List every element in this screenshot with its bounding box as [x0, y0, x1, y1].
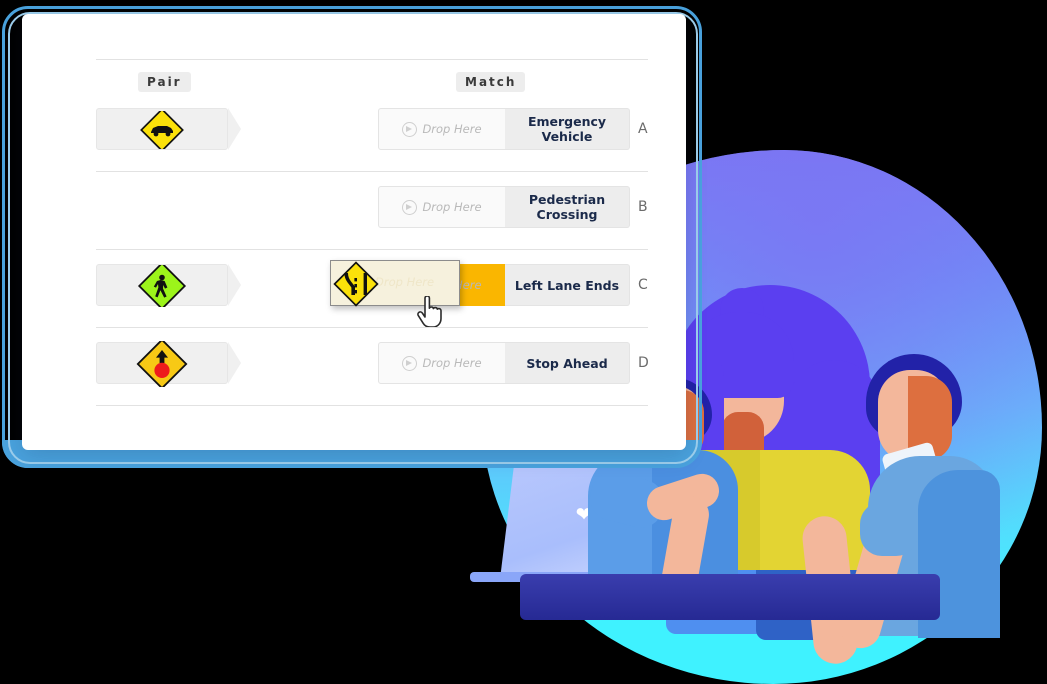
- quiz-content: Pair Match Drop Here Emergency Vehicle A…: [22, 14, 686, 450]
- drop-zone-label: Drop Here: [422, 356, 482, 370]
- circle-arrow-right-icon: [402, 355, 418, 371]
- divider-bottom: [96, 405, 648, 406]
- drop-zone[interactable]: Drop Here: [378, 342, 506, 384]
- table-row: Drop Here Pedestrian Crossing B: [22, 180, 686, 242]
- divider-a-b: [96, 171, 648, 172]
- desk-shade: [520, 574, 940, 620]
- row-letter: D: [638, 355, 649, 371]
- row-letter: B: [638, 199, 648, 215]
- pair-card[interactable]: [96, 264, 228, 307]
- dragged-item-label: Drop Here: [375, 275, 435, 289]
- drop-zone[interactable]: Drop Here: [378, 108, 506, 150]
- pair-card-arrow: [228, 264, 242, 306]
- row-letter: C: [638, 277, 648, 293]
- answer-card[interactable]: Stop Ahead: [505, 342, 630, 384]
- circle-arrow-right-icon: [402, 199, 418, 215]
- drop-zone-label: Drop Here: [422, 200, 482, 214]
- drop-zone[interactable]: Drop Here: [378, 186, 506, 228]
- answer-card[interactable]: Pedestrian Crossing: [505, 186, 630, 228]
- pair-card-arrow: [228, 108, 242, 150]
- column-header-pair: Pair: [138, 72, 191, 92]
- browser-window: Pair Match Drop Here Emergency Vehicle A…: [22, 14, 686, 450]
- answer-card[interactable]: Emergency Vehicle: [505, 108, 630, 150]
- pair-card[interactable]: [96, 108, 228, 150]
- column-header-match: Match: [456, 72, 526, 92]
- table-row: Drop Here Left Lane Ends C Drop Here: [22, 258, 686, 328]
- pair-card-arrow: [228, 342, 242, 384]
- table-row: Drop Here Stop Ahead D: [22, 336, 686, 398]
- divider-b-c: [96, 249, 648, 250]
- stop-ahead-sign-icon: [136, 341, 188, 387]
- emergency-vehicle-sign-icon: [140, 111, 184, 149]
- divider-c-d: [96, 327, 648, 328]
- pair-card[interactable]: [96, 341, 228, 387]
- left-lane-ends-sign-icon: [333, 261, 379, 307]
- table-row: Drop Here Emergency Vehicle A: [22, 102, 686, 164]
- answer-card[interactable]: Left Lane Ends: [505, 264, 630, 306]
- man-sleeve: [860, 502, 918, 556]
- divider-top: [96, 59, 648, 60]
- row-letter: A: [638, 121, 648, 137]
- circle-arrow-right-icon: [402, 121, 418, 137]
- pedestrian-crossing-sign-icon: [137, 265, 187, 307]
- drop-zone-label: Drop Here: [422, 122, 482, 136]
- pointing-hand-cursor: [417, 296, 442, 328]
